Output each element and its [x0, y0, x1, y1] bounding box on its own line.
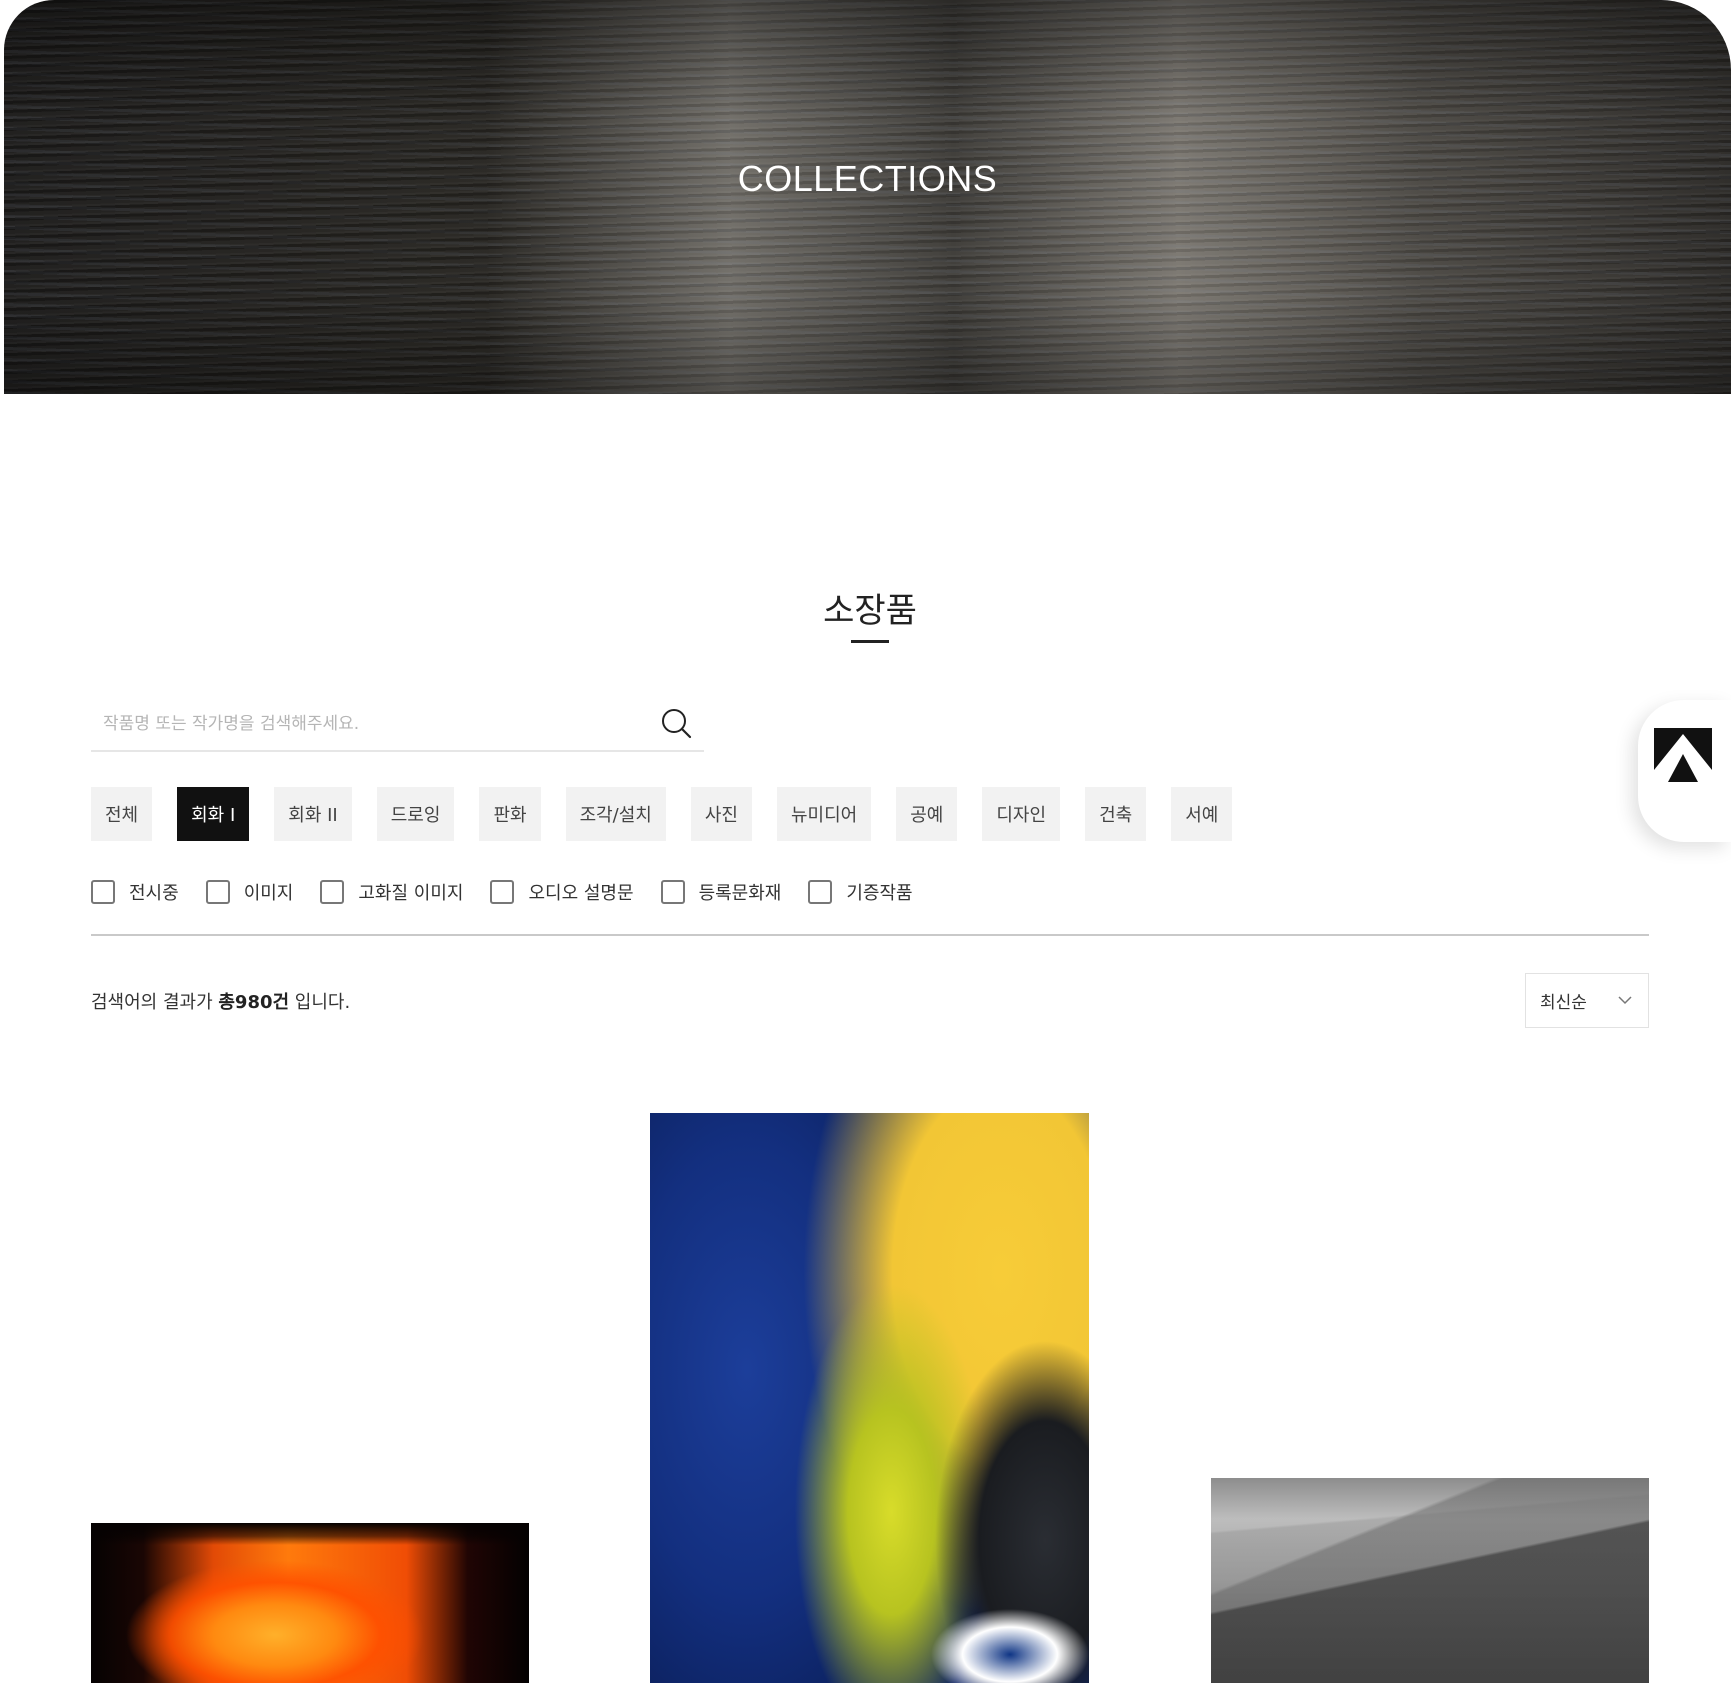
category-design[interactable]: 디자인 — [982, 787, 1061, 841]
category-drawing[interactable]: 드로잉 — [376, 787, 455, 841]
divider — [91, 934, 1649, 936]
filter-label: 전시중 — [129, 883, 179, 904]
category-craft[interactable]: 공예 — [896, 787, 958, 841]
result-total: 총980건 — [218, 992, 290, 1013]
checkbox[interactable] — [490, 880, 515, 904]
category-photo[interactable]: 사진 — [690, 787, 752, 841]
category-painting-2[interactable]: 회화 II — [274, 787, 352, 841]
category-calligraphy[interactable]: 서예 — [1171, 787, 1233, 841]
category-architecture[interactable]: 건축 — [1085, 787, 1147, 841]
filter-registered-heritage[interactable]: 등록문화재 — [660, 879, 782, 905]
filter-donated[interactable]: 기증작품 — [808, 879, 913, 905]
result-suffix: 입니다. — [289, 992, 351, 1013]
result-count: 검색어의 결과가 총980건 입니다. — [91, 988, 350, 1014]
result-prefix: 검색어의 결과가 — [91, 992, 219, 1013]
filter-label: 이미지 — [243, 883, 294, 904]
filter-on-display[interactable]: 전시중 — [91, 879, 179, 905]
hero-title: COLLECTIONS — [737, 158, 998, 199]
logo-icon — [1654, 728, 1712, 786]
category-sculpture[interactable]: 조각/설치 — [565, 787, 666, 841]
filter-audio-description[interactable]: 오디오 설명문 — [490, 879, 634, 905]
checkbox[interactable] — [660, 880, 685, 904]
category-all[interactable]: 전체 — [91, 787, 153, 841]
search-icon[interactable] — [657, 704, 697, 744]
category-painting-1[interactable]: 회화 I — [177, 787, 250, 841]
hero-banner: COLLECTIONS — [4, 0, 1731, 394]
title-underline — [851, 640, 889, 643]
checkbox[interactable] — [205, 880, 230, 904]
checkbox[interactable] — [808, 880, 833, 904]
sort-select[interactable]: 최신순 — [1525, 973, 1649, 1028]
filter-label: 오디오 설명문 — [528, 883, 634, 904]
filter-label: 등록문화재 — [698, 883, 782, 904]
chevron-down-icon — [1618, 996, 1632, 1005]
page-title: 소장품 — [823, 591, 917, 631]
sort-selected: 최신순 — [1540, 993, 1587, 1013]
filter-hi-res-image[interactable]: 고화질 이미지 — [320, 879, 463, 905]
artwork-thumbnail[interactable] — [650, 1113, 1089, 1683]
floating-logo-button[interactable] — [1638, 700, 1731, 842]
filter-image[interactable]: 이미지 — [205, 879, 294, 905]
artwork-thumbnail[interactable] — [1211, 1478, 1649, 1683]
category-print[interactable]: 판화 — [479, 787, 541, 841]
checkbox[interactable] — [320, 880, 345, 904]
category-new-media[interactable]: 뉴미디어 — [777, 787, 872, 841]
artwork-thumbnail[interactable] — [91, 1523, 529, 1683]
category-tabs: 전체 회화 I 회화 II 드로잉 판화 조각/설치 사진 뉴미디어 공예 디자… — [91, 787, 1257, 841]
search-input[interactable] — [91, 700, 651, 748]
search-bar — [91, 700, 704, 752]
filter-label: 기증작품 — [846, 883, 913, 904]
checkbox[interactable] — [91, 880, 115, 904]
filter-checkboxes: 전시중 이미지 고화질 이미지 오디오 설명문 등록문화재 기증작품 — [91, 879, 940, 905]
filter-label: 고화질 이미지 — [358, 883, 464, 904]
